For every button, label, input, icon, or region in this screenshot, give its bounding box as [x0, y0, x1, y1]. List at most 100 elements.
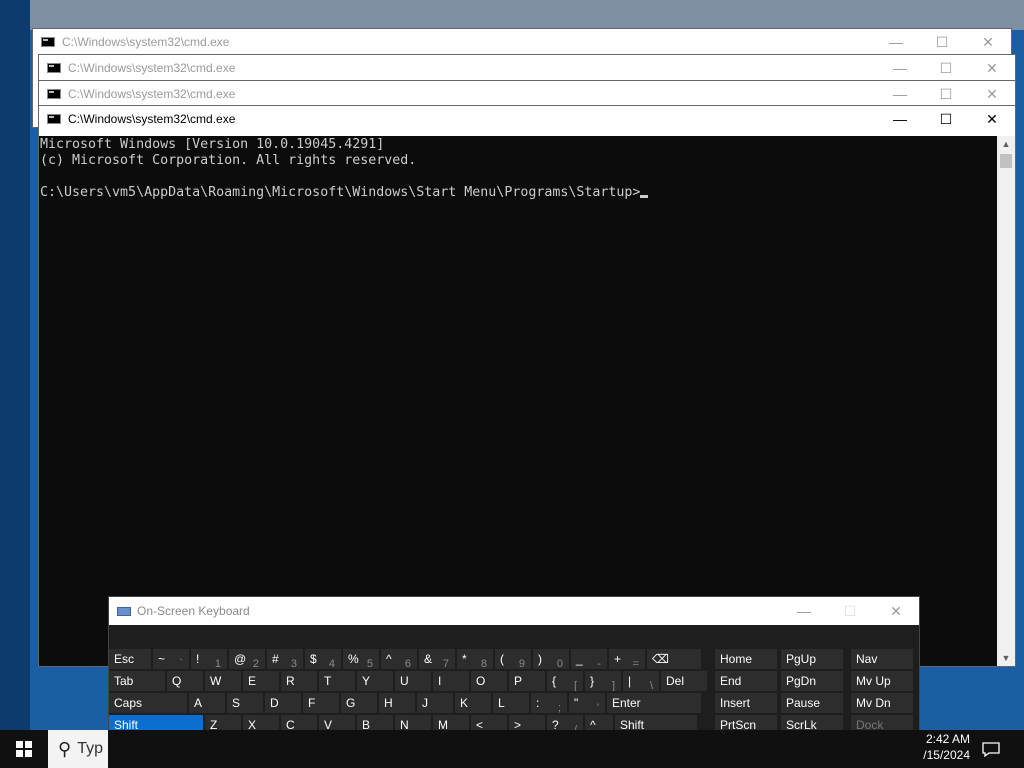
osk-key[interactable]: + = — [609, 649, 645, 669]
osk-key[interactable]: D — [265, 693, 301, 713]
taskbar-clock[interactable]: 2:42 AM /15/2024 — [918, 731, 970, 767]
osk-key[interactable]: Insert — [715, 693, 777, 713]
clock-date: /15/2024 — [923, 748, 970, 762]
osk-key[interactable]: U — [395, 671, 431, 691]
osk-maximize-button[interactable]: ☐ — [827, 603, 873, 620]
osk-key[interactable]: PgUp — [781, 649, 843, 669]
osk-key[interactable]: L — [493, 693, 529, 713]
console-output[interactable]: Microsoft Windows [Version 10.0.19045.42… — [39, 136, 997, 666]
osk-key[interactable]: _ - — [571, 649, 607, 669]
osk-key[interactable]: Pause — [781, 693, 843, 713]
maximize-button[interactable]: ☐ — [923, 81, 969, 107]
maximize-button[interactable]: ☐ — [919, 29, 965, 55]
osk-key[interactable]: H — [379, 693, 415, 713]
titlebar[interactable]: C:\Windows\system32\cmd.exe — ☐ ✕ — [33, 29, 1011, 55]
osk-key[interactable]: | \ — [623, 671, 659, 691]
osk-key[interactable]: #3 — [267, 649, 303, 669]
osk-key[interactable]: }] — [585, 671, 621, 691]
osk-key[interactable]: R — [281, 671, 317, 691]
osk-key[interactable]: J — [417, 693, 453, 713]
osk-minimize-button[interactable]: — — [781, 603, 827, 620]
osk-key[interactable]: Q — [167, 671, 203, 691]
osk-titlebar[interactable]: On-Screen Keyboard — ☐ ✕ — [109, 597, 919, 625]
cmd-window-active[interactable]: C:\Windows\system32\cmd.exe — ☐ ✕ Micros… — [38, 105, 1016, 667]
osk-key[interactable]: T — [319, 671, 355, 691]
osk-key[interactable]: S — [227, 693, 263, 713]
osk-key[interactable]: F — [303, 693, 339, 713]
osk-key[interactable]: Esc — [109, 649, 151, 669]
cmd-icon — [47, 63, 61, 73]
minimize-button[interactable]: — — [877, 55, 923, 81]
console-prompt-line: C:\Users\vm5\AppData\Roaming\Microsoft\W… — [40, 185, 996, 201]
cmd-icon — [47, 89, 61, 99]
osk-key[interactable]: Home — [715, 649, 777, 669]
enter-key[interactable]: Enter — [607, 693, 701, 713]
osk-key[interactable]: O — [471, 671, 507, 691]
close-button[interactable]: ✕ — [969, 55, 1015, 81]
titlebar[interactable]: C:\Windows\system32\cmd.exe — ☐ ✕ — [39, 106, 1015, 132]
osk-key[interactable]: " ' — [569, 693, 605, 713]
osk-key[interactable]: * 8 — [457, 649, 493, 669]
scroll-up-arrow-icon[interactable]: ▲ — [997, 136, 1015, 152]
cmd-icon — [41, 37, 55, 47]
minimize-button[interactable]: — — [877, 106, 923, 132]
minimize-button[interactable]: — — [877, 81, 923, 107]
titlebar[interactable]: C:\Windows\system32\cmd.exe — ☐ ✕ — [39, 55, 1015, 81]
titlebar[interactable]: C:\Windows\system32\cmd.exe — ☐ ✕ — [39, 81, 1015, 107]
osk-key[interactable]: K — [455, 693, 491, 713]
window-title: C:\Windows\system32\cmd.exe — [68, 61, 236, 75]
osk-key[interactable]: ~ ` — [153, 649, 189, 669]
desktop-left-edge — [0, 0, 30, 730]
osk-key[interactable]: {[ — [547, 671, 583, 691]
taskbar-search[interactable]: ⚲ Typ — [48, 730, 108, 768]
osk-key[interactable]: PgDn — [781, 671, 843, 691]
osk-key[interactable]: A — [189, 693, 225, 713]
close-button[interactable]: ✕ — [969, 106, 1015, 132]
maximize-button[interactable]: ☐ — [923, 55, 969, 81]
minimize-button[interactable]: — — [873, 29, 919, 55]
osk-title: On-Screen Keyboard — [137, 604, 250, 618]
osk-key[interactable]: (9 — [495, 649, 531, 669]
osk-key[interactable]: I — [433, 671, 469, 691]
vertical-scrollbar[interactable]: ▲ ▼ — [997, 136, 1015, 666]
osk-key[interactable]: P — [509, 671, 545, 691]
osk-key[interactable]: Nav — [851, 649, 913, 669]
osk-key[interactable]: ! 1 — [191, 649, 227, 669]
console-line: Microsoft Windows [Version 10.0.19045.42… — [40, 137, 385, 152]
maximize-button[interactable]: ☐ — [923, 106, 969, 132]
close-button[interactable]: ✕ — [969, 81, 1015, 107]
osk-key[interactable]: :; — [531, 693, 567, 713]
osk-key[interactable]: % 5 — [343, 649, 379, 669]
osk-key[interactable]: Tab — [109, 671, 165, 691]
search-icon: ⚲ — [58, 738, 72, 759]
osk-key[interactable]: G — [341, 693, 377, 713]
osk-key[interactable]: @2 — [229, 649, 265, 669]
console-line: (c) Microsoft Corporation. All rights re… — [40, 153, 417, 168]
osk-key[interactable]: W — [205, 671, 241, 691]
osk-key[interactable]: Del — [661, 671, 707, 691]
osk-key[interactable]: ^ 6 — [381, 649, 417, 669]
osk-close-button[interactable]: ✕ — [873, 603, 919, 620]
osk-key[interactable]: End — [715, 671, 777, 691]
osk-key[interactable]: Mv Up — [851, 671, 913, 691]
search-placeholder: Typ — [77, 740, 103, 757]
osk-key[interactable]: E — [243, 671, 279, 691]
backspace-key[interactable]: ⌫ — [647, 649, 701, 669]
osk-key[interactable]: Caps — [109, 693, 187, 713]
osk-key[interactable]: $4 — [305, 649, 341, 669]
windows-logo-icon — [16, 741, 32, 757]
osk-key[interactable]: Y — [357, 671, 393, 691]
notification-icon[interactable] — [978, 736, 1004, 762]
window-title: C:\Windows\system32\cmd.exe — [68, 112, 236, 126]
cmd-icon — [47, 114, 61, 124]
window-title: C:\Windows\system32\cmd.exe — [62, 35, 230, 49]
close-button[interactable]: ✕ — [965, 29, 1011, 55]
background-window-strip — [0, 0, 1024, 30]
scroll-down-arrow-icon[interactable]: ▼ — [997, 650, 1015, 666]
osk-key[interactable]: ) 0 — [533, 649, 569, 669]
osk-key[interactable]: & 7 — [419, 649, 455, 669]
osk-key[interactable]: Mv Dn — [851, 693, 913, 713]
start-button[interactable] — [0, 730, 48, 768]
scroll-thumb[interactable] — [1000, 154, 1012, 168]
